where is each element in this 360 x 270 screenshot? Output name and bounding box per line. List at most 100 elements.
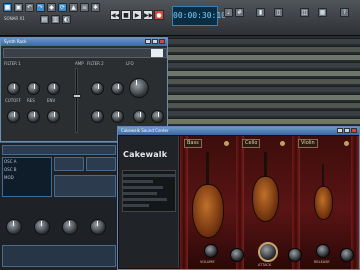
lfo-depth-knob[interactable] bbox=[133, 110, 146, 123]
resonance-knob[interactable] bbox=[47, 110, 60, 123]
osc-a-knob[interactable] bbox=[6, 219, 22, 235]
section-tab-violin[interactable]: Violin bbox=[298, 139, 318, 148]
view-icon[interactable]: ◫ bbox=[300, 8, 309, 17]
section-toggle[interactable] bbox=[344, 141, 349, 146]
amp-fader[interactable] bbox=[75, 68, 78, 133]
console-icon[interactable]: ▦ bbox=[318, 8, 327, 17]
app-icon[interactable]: ■ bbox=[3, 3, 12, 12]
mode-button[interactable] bbox=[86, 157, 116, 171]
section-tab-bass[interactable]: Bass bbox=[184, 139, 202, 148]
rewind-icon[interactable]: ◀◀ bbox=[110, 10, 120, 20]
section-toggle[interactable] bbox=[280, 141, 285, 146]
fader-handle[interactable] bbox=[73, 94, 81, 98]
track-view[interactable] bbox=[168, 36, 360, 128]
master-volume-knob[interactable] bbox=[258, 242, 278, 262]
cutoff-knob[interactable] bbox=[7, 82, 20, 95]
maximize-icon[interactable] bbox=[344, 128, 350, 133]
filter2-cutoff-knob[interactable] bbox=[91, 82, 104, 95]
loop-icon[interactable]: ⟳ bbox=[58, 3, 67, 12]
stop-icon[interactable]: ■ bbox=[121, 10, 131, 20]
keyboard-strip[interactable] bbox=[2, 245, 116, 267]
track-lane[interactable] bbox=[168, 78, 360, 84]
filter2-level-knob[interactable] bbox=[111, 110, 124, 123]
meter-icon[interactable]: # bbox=[235, 8, 244, 17]
double-bass-image bbox=[192, 184, 224, 238]
list-item[interactable] bbox=[123, 192, 157, 195]
list-item[interactable] bbox=[123, 180, 153, 183]
minimize-icon[interactable] bbox=[145, 39, 151, 44]
bass-attack-knob[interactable] bbox=[230, 248, 244, 262]
bass-volume-knob[interactable] bbox=[204, 244, 218, 258]
track-lane[interactable] bbox=[168, 110, 360, 116]
track-lane[interactable] bbox=[168, 86, 360, 92]
track-lane[interactable] bbox=[168, 70, 360, 76]
time-display: 00:00:30:10 bbox=[172, 6, 226, 26]
violin-attack-knob[interactable] bbox=[340, 248, 354, 262]
osc-b-knob[interactable] bbox=[34, 219, 50, 235]
mod-knob[interactable] bbox=[62, 219, 78, 235]
list-item[interactable] bbox=[123, 198, 167, 201]
strings-window[interactable]: Cakewalk Sound Center Cakewalk Bass Cell… bbox=[117, 126, 360, 270]
envelope-knob[interactable] bbox=[47, 82, 60, 95]
help-icon[interactable]: ? bbox=[340, 8, 349, 17]
track-lane[interactable] bbox=[168, 54, 360, 60]
forward-icon[interactable]: ▶▶ bbox=[143, 10, 153, 20]
knob-label: RELEASE bbox=[314, 260, 330, 264]
bus-icon[interactable]: ▥ bbox=[51, 15, 60, 24]
track-lane[interactable] bbox=[168, 102, 360, 108]
preset-sidebar[interactable]: Cakewalk bbox=[119, 136, 179, 268]
strings-titlebar[interactable]: Cakewalk Sound Center bbox=[118, 127, 359, 135]
track-lane[interactable] bbox=[168, 46, 360, 52]
preset-bar[interactable] bbox=[3, 48, 167, 58]
list-item[interactable] bbox=[123, 204, 149, 207]
mode-button[interactable] bbox=[54, 157, 84, 171]
instrument-panel[interactable]: OSC A OSC B MOD bbox=[0, 142, 118, 270]
list-item[interactable] bbox=[123, 174, 175, 177]
filter2-res-knob[interactable] bbox=[111, 82, 124, 95]
mix-knob[interactable] bbox=[90, 219, 106, 235]
tempo-icon[interactable]: ♩ bbox=[224, 8, 233, 17]
save-icon[interactable]: ▣ bbox=[14, 3, 23, 12]
maximize-icon[interactable] bbox=[152, 39, 158, 44]
knob-label: ATTACK bbox=[258, 263, 272, 267]
track-lane[interactable] bbox=[168, 62, 360, 68]
knob-label: RES bbox=[27, 98, 35, 103]
dropout-icon: ▯ bbox=[274, 8, 283, 17]
mixer-icon[interactable]: ≡ bbox=[80, 3, 89, 12]
minimize-icon[interactable] bbox=[337, 128, 343, 133]
drive-knob[interactable] bbox=[7, 110, 20, 123]
cutoff-knob[interactable] bbox=[27, 110, 40, 123]
close-icon[interactable] bbox=[159, 39, 165, 44]
metronome-icon[interactable]: ▲ bbox=[69, 3, 78, 12]
close-icon[interactable] bbox=[351, 128, 357, 133]
section-label: LFO bbox=[126, 61, 134, 66]
track-lane[interactable] bbox=[168, 38, 360, 44]
lfo-knob[interactable] bbox=[129, 78, 149, 98]
knob-label: ENV bbox=[47, 98, 56, 103]
logo-icon bbox=[151, 49, 163, 57]
undo-icon[interactable]: ↶ bbox=[25, 3, 34, 12]
play-icon[interactable]: ▶ bbox=[132, 10, 142, 20]
list-item[interactable] bbox=[123, 186, 163, 189]
cello-release-knob[interactable] bbox=[288, 248, 302, 262]
record-icon[interactable]: ● bbox=[154, 10, 164, 20]
resonance-knob[interactable] bbox=[27, 82, 40, 95]
redo-icon[interactable]: ↷ bbox=[36, 3, 45, 12]
section-tab-cello[interactable]: Cello bbox=[242, 139, 261, 148]
lfo-rate-knob[interactable] bbox=[151, 110, 164, 123]
knob-label: VOLUME bbox=[200, 260, 215, 264]
violin-volume-knob[interactable] bbox=[316, 244, 330, 258]
settings-icon[interactable]: ✱ bbox=[91, 3, 100, 12]
synth-titlebar[interactable]: Synth Rack bbox=[1, 38, 167, 46]
filter2-env-knob[interactable] bbox=[91, 110, 104, 123]
cello-image bbox=[252, 176, 279, 222]
section-toggle[interactable] bbox=[224, 141, 229, 146]
section-label: FILTER 1 bbox=[4, 61, 21, 66]
track-icon[interactable]: ▤ bbox=[40, 15, 49, 24]
track-lane[interactable] bbox=[168, 94, 360, 100]
track-lane[interactable] bbox=[168, 118, 360, 124]
instrument-stage: Bass Cello Violin VOLUME ATTACK RELEASE bbox=[180, 136, 359, 269]
curtain bbox=[180, 136, 188, 269]
snap-icon[interactable]: ◆ bbox=[47, 3, 56, 12]
fx-icon[interactable]: ◐ bbox=[62, 15, 71, 24]
